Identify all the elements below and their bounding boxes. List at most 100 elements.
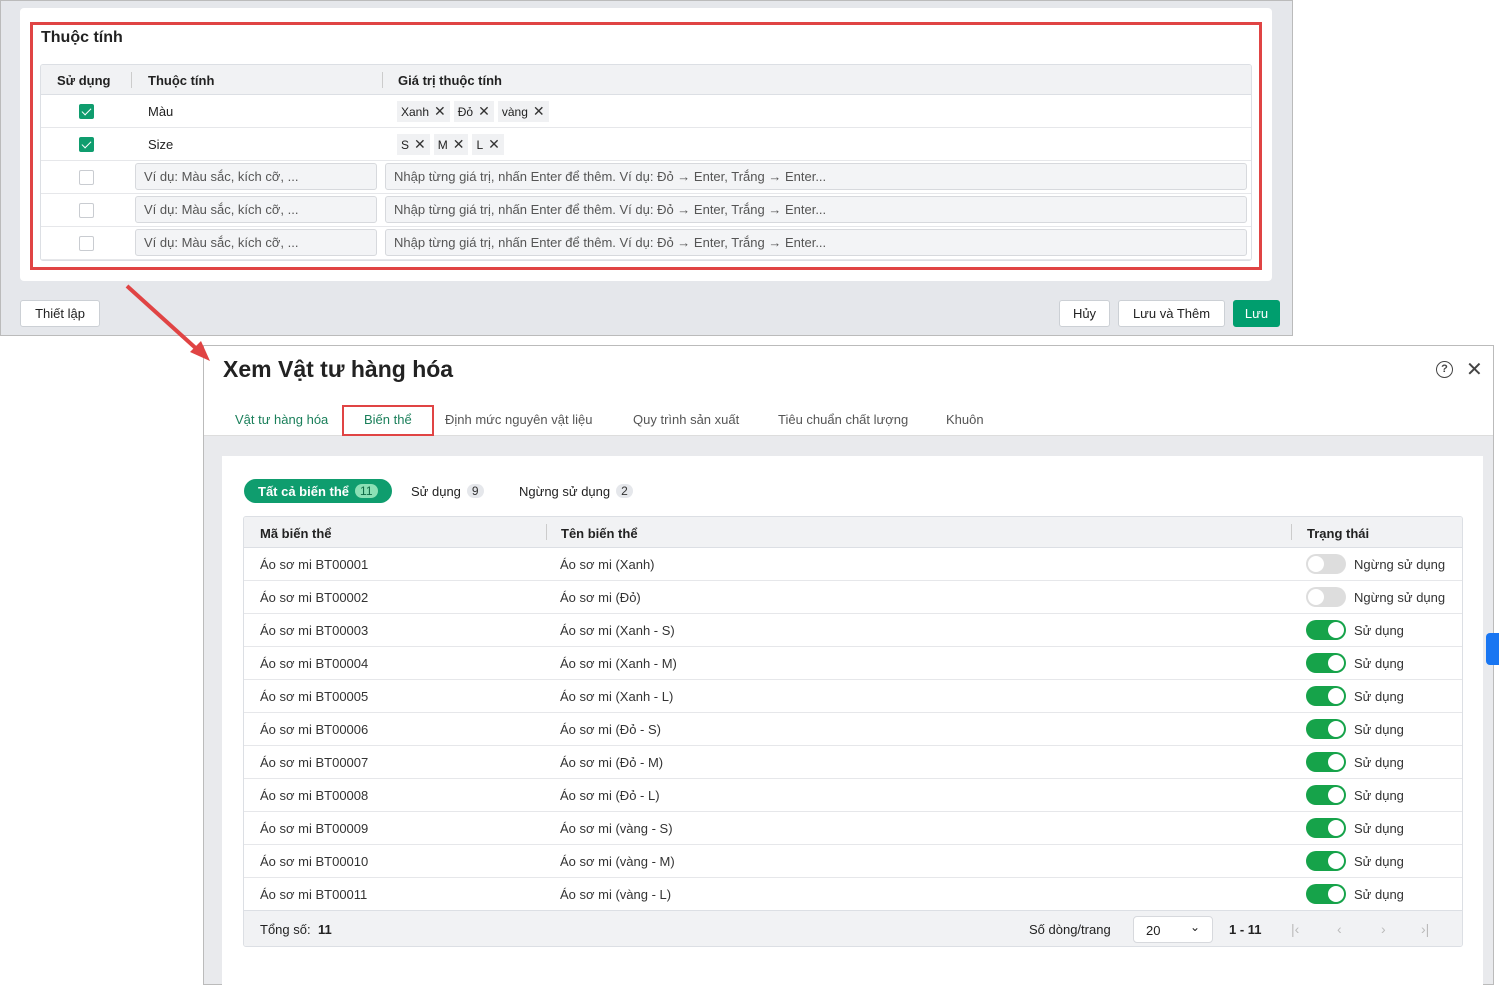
table-row: Áo sơ mi BT00004 Áo sơ mi (Xanh - M) Sử … <box>244 647 1462 680</box>
status-toggle[interactable] <box>1306 752 1346 772</box>
attribute-values-input[interactable]: Nhập từng giá trị, nhấn Enter để thêm. V… <box>385 229 1247 256</box>
chevron-down-icon: ⌄ <box>1189 920 1200 934</box>
status-toggle[interactable] <box>1306 686 1346 706</box>
close-icon[interactable]: ✕ <box>1466 357 1483 382</box>
header-values: Giá trị thuộc tính <box>398 73 502 88</box>
use-checkbox[interactable] <box>79 170 94 185</box>
variant-code: Áo sơ mi BT00004 <box>260 656 369 671</box>
header-status: Trạng thái <box>1307 526 1370 541</box>
filter-all[interactable]: Tất cả biến thể 11 <box>244 479 392 503</box>
status-label: Sử dụng <box>1354 854 1404 869</box>
remove-icon[interactable]: ✕ <box>488 136 500 153</box>
last-page-icon[interactable]: ›| <box>1421 921 1429 937</box>
tab-bom[interactable]: Định mức nguyên vật liệu <box>445 412 592 427</box>
chip-label: S <box>401 137 410 152</box>
chip-label: M <box>437 137 448 152</box>
remove-icon[interactable]: ✕ <box>434 103 446 120</box>
variant-name: Áo sơ mi (Đỏ - S) <box>560 722 661 737</box>
next-page-icon[interactable]: › <box>1381 921 1386 937</box>
save-button[interactable]: Lưu <box>1233 300 1280 327</box>
variant-code: Áo sơ mi BT00009 <box>260 821 369 836</box>
variant-code: Áo sơ mi BT00011 <box>260 887 368 902</box>
header-attr: Thuộc tính <box>148 73 215 88</box>
status-toggle[interactable] <box>1306 818 1346 838</box>
tab-mold[interactable]: Khuôn <box>946 412 984 427</box>
use-checkbox[interactable] <box>79 236 94 251</box>
status-toggle[interactable] <box>1306 653 1346 673</box>
attribute-name: Size <box>148 137 174 152</box>
status-toggle[interactable] <box>1306 620 1346 640</box>
remove-icon[interactable]: ✕ <box>478 103 490 120</box>
status-label: Ngừng sử dụng <box>1354 590 1446 605</box>
side-panel-toggle[interactable] <box>1486 633 1499 665</box>
attribute-name-input[interactable]: Ví dụ: Màu sắc, kích cỡ, ... <box>135 196 377 223</box>
filter-label: Sử dụng <box>411 483 461 499</box>
variant-code: Áo sơ mi BT00010 <box>260 854 369 869</box>
status-toggle[interactable] <box>1306 719 1346 739</box>
use-checkbox[interactable] <box>79 203 94 218</box>
variant-code: Áo sơ mi BT00001 <box>260 557 369 572</box>
variant-name: Áo sơ mi (Xanh - L) <box>560 689 674 704</box>
remove-icon[interactable]: ✕ <box>453 136 465 153</box>
filter-count: 11 <box>355 484 378 498</box>
total-count: 11 <box>318 922 332 937</box>
edit-dialog: Thuộc tính Sử dụng Thuộc tính Giá trị th… <box>0 0 1293 336</box>
view-dialog: Xem Vật tư hàng hóa ? ✕ Vật tư hàng hóa … <box>203 345 1494 986</box>
use-checkbox[interactable] <box>79 137 94 152</box>
variants-card: Tất cả biến thể 11 Sử dụng 9 Ngừng sử dụng… <box>222 456 1483 986</box>
header-use: Sử dụng <box>57 73 111 88</box>
attribute-row: Ví dụ: Màu sắc, kích cỡ, ... Nhập từng g… <box>41 194 1251 227</box>
prev-page-icon[interactable]: ‹ <box>1337 921 1342 937</box>
table-row: Áo sơ mi BT00009 Áo sơ mi (vàng - S) Sử … <box>244 812 1462 845</box>
first-page-icon[interactable]: |‹ <box>1291 921 1299 937</box>
attribute-row: Ví dụ: Màu sắc, kích cỡ, ... Nhập từng g… <box>41 161 1251 194</box>
variants-table: Mã biến thể Tên biến thể Trạng thái Áo s… <box>243 516 1463 947</box>
setup-button[interactable]: Thiết lập <box>20 300 100 327</box>
filter-inactive[interactable]: Ngừng sử dụng 2 <box>505 479 647 503</box>
save-and-add-button[interactable]: Lưu và Thêm <box>1118 300 1225 327</box>
tab-quality[interactable]: Tiêu chuẩn chất lượng <box>778 412 908 427</box>
variant-name: Áo sơ mi (Đỏ) <box>560 590 641 605</box>
value-chip: L ✕ <box>472 134 504 155</box>
rows-per-page-value: 20 <box>1146 923 1161 938</box>
chip-label: Xanh <box>401 104 430 119</box>
attribute-values-input[interactable]: Nhập từng giá trị, nhấn Enter để thêm. V… <box>385 163 1247 190</box>
tab-process[interactable]: Quy trình sản xuất <box>633 412 739 427</box>
remove-icon[interactable]: ✕ <box>414 136 426 153</box>
dialog-title: Xem Vật tư hàng hóa <box>223 356 454 382</box>
status-toggle[interactable] <box>1306 884 1346 904</box>
table-header: Sử dụng Thuộc tính Giá trị thuộc tính <box>41 65 1251 95</box>
status-toggle[interactable] <box>1306 554 1346 574</box>
rows-per-page-select[interactable]: 20 ⌄ <box>1133 916 1213 943</box>
table-row: Áo sơ mi BT00002 Áo sơ mi (Đỏ) Ngừng sử … <box>244 581 1462 614</box>
variant-code: Áo sơ mi BT00003 <box>260 623 369 638</box>
table-row: Áo sơ mi BT00008 Áo sơ mi (Đỏ - L) Sử dụ… <box>244 779 1462 812</box>
attribute-name: Màu <box>148 104 174 119</box>
filter-active[interactable]: Sử dụng 9 <box>397 479 498 503</box>
tab-goods[interactable]: Vật tư hàng hóa <box>235 412 328 427</box>
status-label: Sử dụng <box>1354 755 1404 770</box>
value-chip: Xanh ✕ <box>397 101 450 122</box>
variant-code: Áo sơ mi BT00002 <box>260 590 369 605</box>
remove-icon[interactable]: ✕ <box>533 103 545 120</box>
filter-count: 9 <box>466 484 484 498</box>
table-header: Mã biến thể Tên biến thể Trạng thái <box>244 517 1462 548</box>
variant-code: Áo sơ mi BT00006 <box>260 722 369 737</box>
cancel-button[interactable]: Hủy <box>1059 300 1110 327</box>
attribute-name-input[interactable]: Ví dụ: Màu sắc, kích cỡ, ... <box>135 163 377 190</box>
status-label: Sử dụng <box>1354 623 1404 638</box>
variant-name: Áo sơ mi (Xanh - S) <box>560 623 675 638</box>
header-name: Tên biến thể <box>561 526 638 541</box>
status-toggle[interactable] <box>1306 851 1346 871</box>
attribute-name-input[interactable]: Ví dụ: Màu sắc, kích cỡ, ... <box>135 229 377 256</box>
attribute-values-input[interactable]: Nhập từng giá trị, nhấn Enter để thêm. V… <box>385 196 1247 223</box>
use-checkbox[interactable] <box>79 104 94 119</box>
status-toggle[interactable] <box>1306 785 1346 805</box>
help-icon[interactable]: ? <box>1436 361 1453 378</box>
filter-label: Ngừng sử dụng <box>519 483 611 499</box>
variant-code: Áo sơ mi BT00005 <box>260 689 369 704</box>
filter-label: Tất cả biến thể <box>258 483 350 499</box>
status-label: Sử dụng <box>1354 788 1404 803</box>
chip-label: vàng <box>501 104 528 119</box>
status-toggle[interactable] <box>1306 587 1346 607</box>
